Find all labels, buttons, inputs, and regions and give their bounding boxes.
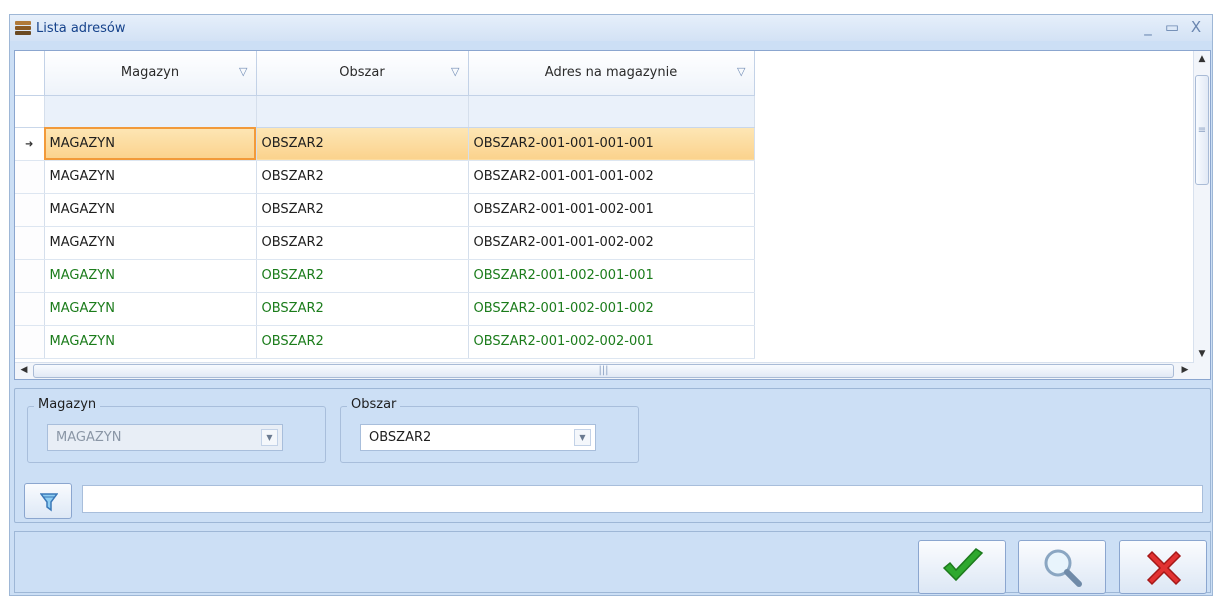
column-header-label: Obszar [339, 65, 385, 81]
maximize-button[interactable]: ▭ [1160, 17, 1184, 37]
cell-obszar[interactable]: OBSZAR2 [256, 325, 469, 359]
table-row[interactable]: ➜ MAGAZYN OBSZAR2 OBSZAR2-001-001-001-001 [15, 127, 755, 161]
filter-cell-magazyn[interactable] [44, 95, 257, 128]
table-row[interactable]: MAGAZYN OBSZAR2 OBSZAR2-001-002-001-001 [15, 259, 755, 293]
cell-magazyn[interactable]: MAGAZYN [44, 226, 257, 260]
grid-table: Magazyn ▽ Obszar ▽ Adres na magazynie ▽ [15, 51, 755, 359]
chevron-down-icon[interactable]: ▼ [574, 429, 591, 446]
cell-obszar[interactable]: OBSZAR2 [256, 193, 469, 227]
filter-icon[interactable]: ▽ [451, 65, 459, 78]
window-title: Lista adresów [36, 20, 126, 36]
filter-panel: Magazyn MAGAZYN ▼ Obszar OBSZAR2 ▼ [14, 388, 1211, 523]
table-row[interactable]: MAGAZYN OBSZAR2 OBSZAR2-001-001-002-001 [15, 193, 755, 227]
scroll-up-arrow-icon[interactable]: ▲ [1194, 54, 1210, 64]
scroll-down-arrow-icon[interactable]: ▼ [1194, 349, 1210, 359]
magazyn-group: Magazyn MAGAZYN ▼ [27, 397, 326, 463]
row-indicator-cell[interactable] [15, 226, 45, 260]
row-indicator-cell[interactable]: ➜ [15, 127, 45, 161]
action-bar [14, 531, 1211, 594]
column-header-adres[interactable]: Adres na magazynie ▽ [468, 51, 755, 96]
row-indicator-cell[interactable] [15, 259, 45, 293]
obszar-group-label: Obszar [347, 397, 401, 412]
row-indicator-cell[interactable] [15, 325, 45, 359]
vertical-scrollbar[interactable]: ▲ ≡ ▼ [1193, 51, 1210, 379]
row-indicator-cell[interactable] [15, 193, 45, 227]
cell-adres[interactable]: OBSZAR2-001-002-001-002 [468, 292, 755, 326]
column-header-label: Magazyn [120, 65, 180, 81]
cell-adres[interactable]: OBSZAR2-001-001-002-001 [468, 193, 755, 227]
cell-magazyn[interactable]: MAGAZYN [44, 259, 257, 293]
magazyn-group-label: Magazyn [34, 397, 101, 412]
current-row-arrow-icon: ➜ [25, 139, 34, 150]
close-button[interactable]: X [1184, 17, 1208, 37]
scroll-right-arrow-icon[interactable]: ▶ [1178, 365, 1192, 375]
cell-obszar[interactable]: OBSZAR2 [256, 259, 469, 293]
cell-magazyn[interactable]: MAGAZYN [44, 127, 257, 161]
cross-icon [1146, 550, 1182, 586]
address-list-window: Lista adresów _ ▭ X Magazyn ▽ Obszar ▽ A… [9, 14, 1213, 596]
minimize-button[interactable]: _ [1136, 17, 1160, 37]
ok-button[interactable] [918, 540, 1006, 594]
cell-magazyn[interactable]: MAGAZYN [44, 193, 257, 227]
chevron-down-icon: ▼ [261, 429, 278, 446]
row-indicator-cell[interactable] [15, 292, 45, 326]
obszar-group: Obszar OBSZAR2 ▼ [340, 397, 639, 463]
cell-obszar[interactable]: OBSZAR2 [256, 292, 469, 326]
table-row[interactable]: MAGAZYN OBSZAR2 OBSZAR2-001-002-001-002 [15, 292, 755, 326]
table-row[interactable]: MAGAZYN OBSZAR2 OBSZAR2-001-002-002-001 [15, 325, 755, 359]
magazyn-combo-value: MAGAZYN [56, 430, 122, 445]
preview-button[interactable] [1018, 540, 1106, 594]
cancel-button[interactable] [1119, 540, 1207, 594]
column-header-obszar[interactable]: Obszar ▽ [256, 51, 469, 96]
cell-obszar[interactable]: OBSZAR2 [256, 226, 469, 260]
checkmark-icon [942, 548, 984, 582]
cell-obszar[interactable]: OBSZAR2 [256, 160, 469, 194]
search-input[interactable] [82, 485, 1203, 513]
cell-adres[interactable]: OBSZAR2-001-001-002-002 [468, 226, 755, 260]
magazyn-combo: MAGAZYN ▼ [47, 424, 283, 451]
auto-filter-row [15, 95, 755, 128]
horizontal-scrollbar[interactable]: ◀ ||| ▶ [15, 362, 1194, 379]
address-grid[interactable]: Magazyn ▽ Obszar ▽ Adres na magazynie ▽ [14, 50, 1211, 380]
cell-magazyn[interactable]: MAGAZYN [44, 160, 257, 194]
cell-adres[interactable]: OBSZAR2-001-001-001-002 [468, 160, 755, 194]
cell-adres[interactable]: OBSZAR2-001-001-001-001 [468, 127, 755, 161]
table-row[interactable]: MAGAZYN OBSZAR2 OBSZAR2-001-001-002-002 [15, 226, 755, 260]
scroll-left-arrow-icon[interactable]: ◀ [17, 365, 31, 375]
filter-icon[interactable]: ▽ [737, 65, 745, 78]
filter-icon[interactable]: ▽ [239, 65, 247, 78]
header-row: Magazyn ▽ Obszar ▽ Adres na magazynie ▽ [15, 51, 755, 96]
warehouse-shelves-icon [15, 21, 31, 35]
table-row[interactable]: MAGAZYN OBSZAR2 OBSZAR2-001-001-001-002 [15, 160, 755, 194]
funnel-icon [40, 493, 58, 512]
obszar-combo[interactable]: OBSZAR2 ▼ [360, 424, 596, 451]
obszar-combo-value: OBSZAR2 [369, 430, 432, 445]
column-header-magazyn[interactable]: Magazyn ▽ [44, 51, 257, 96]
row-indicator-cell[interactable] [15, 160, 45, 194]
cell-magazyn[interactable]: MAGAZYN [44, 325, 257, 359]
title-bar[interactable]: Lista adresów _ ▭ X [10, 15, 1212, 41]
column-header-label: Adres na magazynie [544, 65, 678, 81]
cell-adres[interactable]: OBSZAR2-001-002-002-001 [468, 325, 755, 359]
filter-cell-obszar[interactable] [256, 95, 469, 128]
vertical-scroll-thumb[interactable]: ≡ [1195, 75, 1209, 185]
horizontal-scroll-thumb[interactable]: ||| [33, 364, 1174, 378]
magnifier-icon [1044, 549, 1082, 587]
header-indicator-cell [15, 51, 45, 96]
cell-obszar[interactable]: OBSZAR2 [256, 127, 469, 161]
filter-button[interactable] [24, 483, 72, 519]
cell-adres[interactable]: OBSZAR2-001-002-001-001 [468, 259, 755, 293]
cell-magazyn[interactable]: MAGAZYN [44, 292, 257, 326]
filter-cell-adres[interactable] [468, 95, 755, 128]
